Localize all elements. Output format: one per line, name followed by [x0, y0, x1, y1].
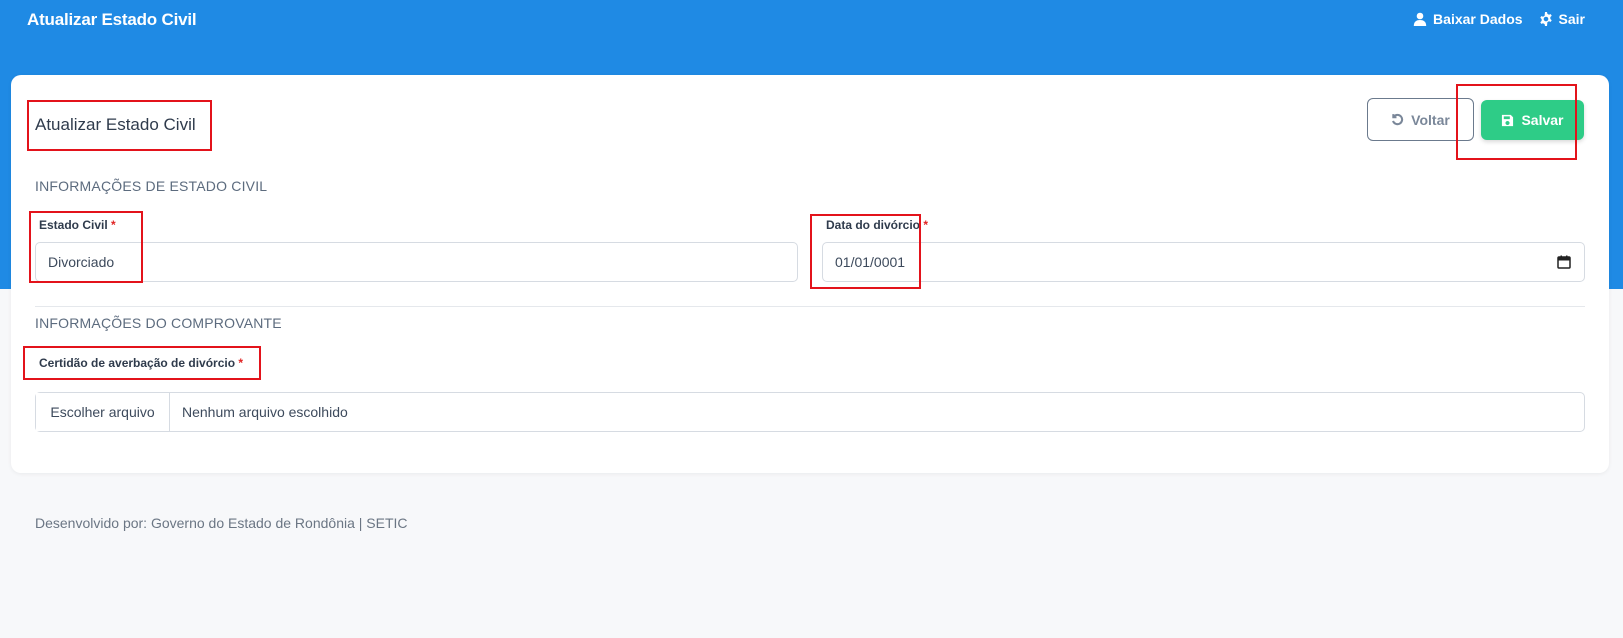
logout-link[interactable]: Sair	[1539, 11, 1585, 27]
required-marker: *	[238, 356, 244, 370]
civil-status-section-title: INFORMAÇÕES DE ESTADO CIVIL	[35, 178, 268, 194]
data-divorcio-label-text: Data do divórcio	[826, 218, 921, 232]
user-icon	[1413, 12, 1427, 26]
file-status-text: Nenhum arquivo escolhido	[182, 404, 348, 420]
proof-section-title: INFORMAÇÕES DO COMPROVANTE	[35, 315, 282, 331]
estado-civil-field[interactable]: Divorciado	[35, 242, 798, 282]
estado-civil-label: Estado Civil *	[39, 218, 116, 232]
data-divorcio-field[interactable]: 01/01/0001	[822, 242, 1585, 282]
save-button-label: Salvar	[1521, 112, 1564, 128]
page-title: Atualizar Estado Civil	[35, 115, 196, 134]
download-data-link[interactable]: Baixar Dados	[1413, 11, 1523, 27]
choose-file-button[interactable]: Escolher arquivo	[36, 393, 170, 431]
certidao-file-input[interactable]: Escolher arquivo Nenhum arquivo escolhid…	[35, 392, 1585, 432]
estado-civil-value: Divorciado	[48, 254, 115, 270]
back-button[interactable]: Voltar	[1367, 98, 1474, 141]
form-card: Atualizar Estado Civil Voltar Salvar INF…	[11, 75, 1609, 473]
estado-civil-label-text: Estado Civil	[39, 218, 108, 232]
required-marker: *	[923, 218, 929, 232]
save-button[interactable]: Salvar	[1481, 100, 1584, 140]
required-marker: *	[111, 218, 116, 232]
gear-icon	[1539, 12, 1552, 26]
undo-icon	[1392, 113, 1404, 126]
logout-label: Sair	[1558, 11, 1585, 27]
back-button-label: Voltar	[1411, 111, 1450, 128]
footer-credits: Desenvolvido por: Governo do Estado de R…	[35, 515, 408, 531]
app-title: Atualizar Estado Civil	[27, 10, 197, 29]
header-actions: Baixar Dados Sair	[1413, 11, 1585, 27]
calendar-icon[interactable]	[1557, 255, 1571, 269]
floppy-disk-icon	[1502, 114, 1514, 126]
certidao-label-text: Certidão de averbação de divórcio	[39, 356, 236, 370]
certidao-label: Certidão de averbação de divórcio *	[39, 356, 243, 370]
section-divider	[35, 306, 1585, 307]
data-divorcio-label: Data do divórcio *	[826, 218, 928, 232]
download-data-label: Baixar Dados	[1433, 11, 1523, 27]
data-divorcio-value: 01/01/0001	[835, 254, 906, 270]
